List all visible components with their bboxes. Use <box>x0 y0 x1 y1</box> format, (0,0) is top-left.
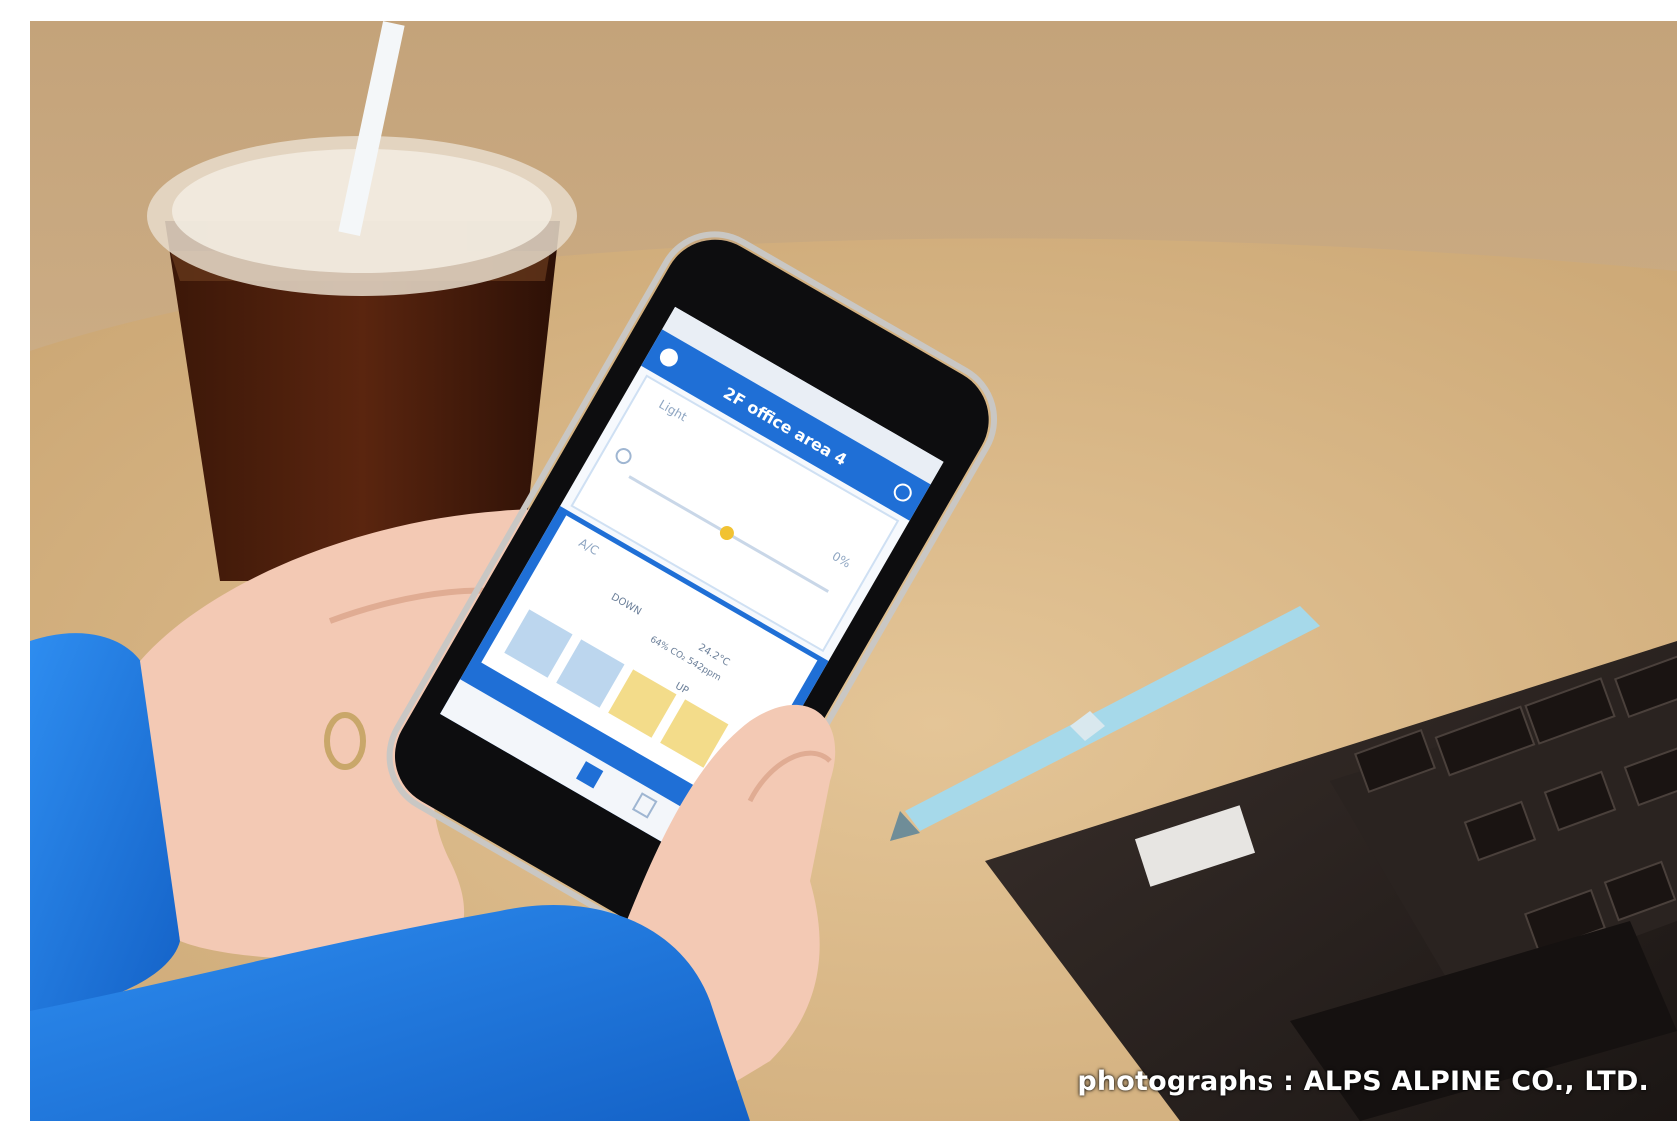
photograph: 2F office area 4 249528 Light 0% A/C DOW… <box>30 21 1677 1121</box>
page: 2F office area 4 249528 Light 0% A/C DOW… <box>0 0 1677 1121</box>
photo-credit: photographs : ALPS ALPINE CO., LTD. <box>1077 1066 1649 1097</box>
photo-illustration: 2F office area 4 249528 Light 0% A/C DOW… <box>30 21 1677 1121</box>
